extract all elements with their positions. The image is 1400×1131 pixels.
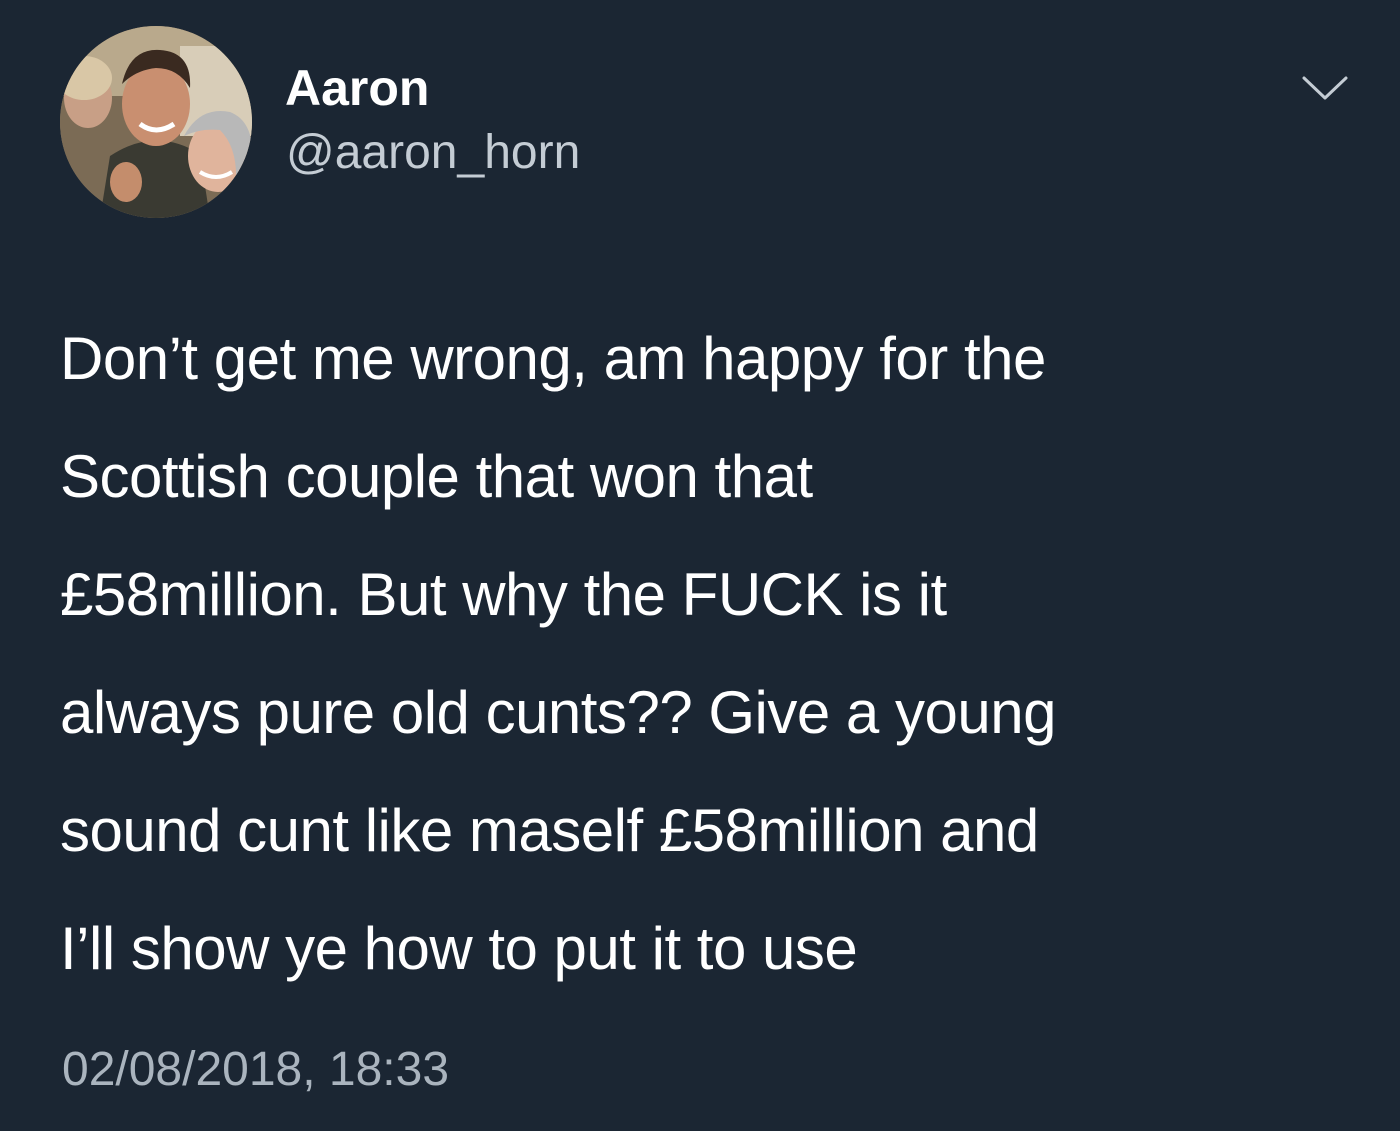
avatar[interactable] xyxy=(60,26,252,218)
tweet-text: Don’t get me wrong, am happy for the Sco… xyxy=(60,325,1056,982)
user-handle[interactable]: @aaron_horn xyxy=(286,124,580,182)
chevron-down-icon[interactable] xyxy=(1300,72,1350,104)
profile-photo-icon xyxy=(60,26,252,218)
tweet-timestamp[interactable]: 02/08/2018, 18:33 xyxy=(62,1040,449,1100)
display-name[interactable]: Aaron xyxy=(285,58,429,118)
tweet-card: Aaron @aaron_horn Don’t get me wrong, am… xyxy=(0,0,1400,1131)
